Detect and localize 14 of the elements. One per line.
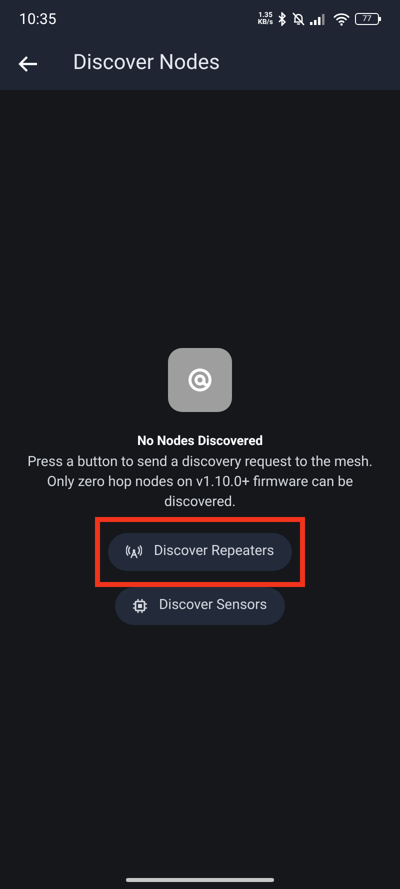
discover-button[interactable]: Discover Repeaters [108, 532, 292, 570]
page-title: Discover Nodes [73, 50, 220, 78]
wifi-icon [333, 12, 350, 26]
antenna-icon [126, 544, 142, 558]
discover-button[interactable]: Discover Sensors [114, 586, 285, 624]
status-time: 10:35 [19, 8, 56, 30]
battery-icon: 77 [355, 13, 381, 25]
bluetooth-icon [278, 12, 287, 26]
bell-off-icon [292, 12, 305, 26]
back-arrow-icon[interactable] [18, 55, 38, 73]
empty-state-title: No Nodes Discovered [137, 433, 263, 451]
discover-icon [168, 348, 232, 412]
empty-state-message: Press a button to send a discovery request to the mesh. Only zero hop nodes on v1.10.0+ firmware can be discovered. [26, 452, 374, 512]
chip-icon [132, 598, 147, 612]
